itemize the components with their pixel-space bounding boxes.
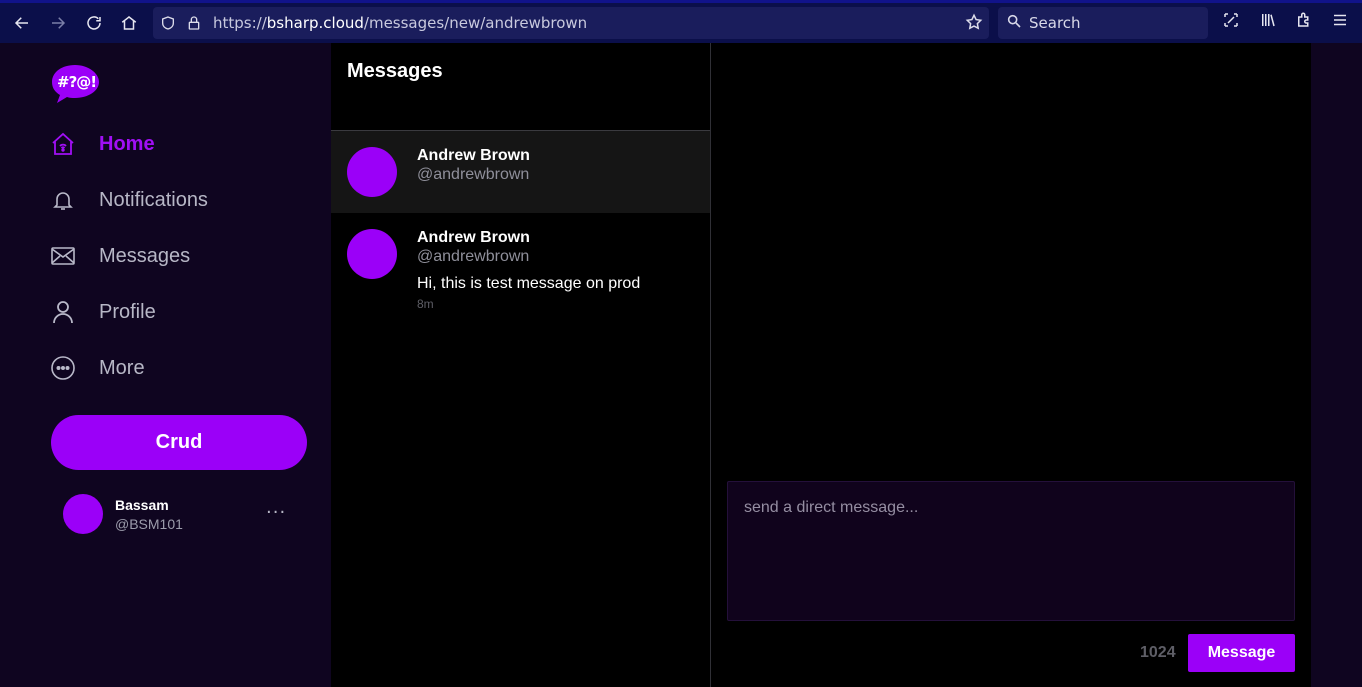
send-message-button[interactable]: Message: [1188, 634, 1295, 672]
current-user-name: Bassam: [115, 497, 169, 513]
sidebar-item-label: Messages: [99, 244, 191, 267]
logo-text: #?@!: [57, 73, 97, 91]
back-icon[interactable]: [4, 5, 40, 41]
envelope-icon: [51, 244, 75, 268]
char-count: 1024: [1140, 644, 1176, 661]
message-time: 8m: [417, 297, 434, 311]
extensions-icon[interactable]: [1295, 11, 1313, 29]
bell-icon: [51, 188, 75, 212]
conversation-item[interactable]: Andrew Brown @andrewbrown Hi, this is te…: [331, 213, 710, 323]
sidebar: #?@! Home Notifications Messages Profile…: [0, 43, 331, 687]
lock-icon[interactable]: [181, 15, 207, 31]
url-text: https://bsharp.cloud/messages/new/andrew…: [213, 14, 587, 32]
browser-search-input[interactable]: Search: [998, 7, 1208, 39]
avatar: [63, 494, 103, 534]
app-logo[interactable]: #?@!: [51, 63, 101, 105]
sidebar-item-label: More: [99, 356, 145, 379]
user-icon: [51, 300, 75, 324]
sidebar-item-label: Home: [99, 132, 155, 155]
conversation-item[interactable]: Andrew Brown @andrewbrown: [331, 131, 710, 213]
sidebar-item-messages[interactable]: Messages: [51, 240, 190, 272]
reload-icon[interactable]: [76, 5, 112, 41]
conversation-name: Andrew Brown: [417, 147, 530, 164]
conversation-name: Andrew Brown: [417, 229, 530, 246]
page-title: Messages: [347, 60, 443, 82]
library-icon[interactable]: [1259, 11, 1277, 29]
url-scheme: https://: [213, 14, 267, 32]
browser-search-placeholder: Search: [1029, 14, 1081, 32]
user-menu-icon[interactable]: ···: [266, 502, 286, 523]
avatar: [347, 229, 397, 279]
conversation-pane: 1024 Message: [711, 43, 1311, 687]
sidebar-item-notifications[interactable]: Notifications: [51, 184, 208, 216]
sidebar-item-more[interactable]: More: [51, 352, 145, 384]
conversation-handle: @andrewbrown: [417, 248, 530, 265]
avatar: [347, 147, 397, 197]
messages-list-panel: Messages Andrew Brown @andrewbrown Andre…: [331, 43, 711, 687]
current-user-handle: @BSM101: [115, 516, 183, 532]
shield-icon[interactable]: [155, 15, 181, 31]
forward-icon[interactable]: [40, 5, 76, 41]
url-host: bsharp.cloud: [266, 14, 364, 32]
message-input[interactable]: [727, 481, 1295, 621]
sidebar-item-home[interactable]: Home: [51, 128, 155, 160]
menu-icon[interactable]: [1331, 11, 1349, 29]
home-browser-icon[interactable]: [111, 5, 147, 41]
screenshot-icon[interactable]: [1222, 11, 1240, 29]
browser-toolbar: https://bsharp.cloud/messages/new/andrew…: [0, 0, 1362, 43]
crud-button[interactable]: Crud: [51, 415, 307, 470]
search-icon: [1006, 13, 1022, 33]
more-circle-icon: [51, 356, 75, 380]
url-bar[interactable]: https://bsharp.cloud/messages/new/andrew…: [153, 7, 989, 39]
bookmark-star-icon[interactable]: [965, 13, 983, 35]
right-gutter: [1311, 43, 1362, 687]
conversation-handle: @andrewbrown: [417, 166, 530, 183]
message-preview: Hi, this is test message on prod: [417, 275, 641, 292]
current-user-card[interactable]: Bassam @BSM101 ···: [63, 494, 303, 534]
sidebar-item-label: Notifications: [99, 188, 208, 211]
sidebar-item-profile[interactable]: Profile: [51, 296, 156, 328]
url-path: /messages/new/andrewbrown: [363, 14, 588, 32]
sidebar-item-label: Profile: [99, 300, 156, 323]
home-icon: [51, 132, 75, 156]
